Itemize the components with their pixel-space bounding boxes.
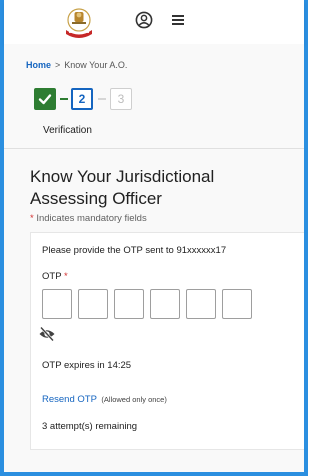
otp-label: OTP * [42, 271, 68, 282]
step-3-pending: 3 [110, 88, 132, 110]
otp-instruction: Please provide the OTP sent to 91xxxxxx1… [42, 245, 227, 256]
check-icon [38, 94, 52, 105]
otp-digit-5[interactable] [186, 289, 216, 319]
otp-digit-1[interactable] [42, 289, 72, 319]
otp-digit-3[interactable] [114, 289, 144, 319]
mandatory-note-text: Indicates mandatory fields [36, 213, 147, 224]
breadcrumb-home-link[interactable]: Home [26, 60, 51, 70]
page-title: Know Your Jurisdictional Assessing Offic… [30, 167, 215, 208]
otp-digit-2[interactable] [78, 289, 108, 319]
resend-otp-row: Resend OTP (Allowed only once) [42, 394, 167, 405]
attempts-remaining: 3 attempt(s) remaining [42, 421, 138, 432]
required-asterisk: * [64, 271, 68, 282]
profile-icon[interactable] [135, 11, 153, 29]
otp-digit-4[interactable] [150, 289, 180, 319]
required-asterisk: * [30, 213, 34, 224]
breadcrumb-separator: > [55, 60, 61, 70]
resend-otp-link[interactable]: Resend OTP [42, 394, 97, 405]
otp-expiry-timer: OTP expires in 14:25 [42, 360, 132, 371]
breadcrumb-current: Know Your A.O. [64, 60, 128, 70]
divider [4, 148, 304, 149]
window-border-bottom [0, 472, 308, 476]
step-2-active: 2 [71, 88, 93, 110]
step-label-verification: Verification [43, 125, 92, 136]
otp-digit-6[interactable] [222, 289, 252, 319]
otp-label-text: OTP [42, 271, 62, 282]
eye-slash-icon[interactable] [38, 326, 56, 342]
step-connector [98, 98, 106, 100]
step-connector [60, 98, 68, 100]
emblem-logo[interactable] [62, 6, 96, 40]
header-bar [4, 0, 304, 44]
mandatory-fields-note: * Indicates mandatory fields [30, 213, 147, 224]
resend-otp-note: (Allowed only once) [101, 395, 167, 404]
otp-card [30, 232, 304, 450]
step-1-completed [34, 88, 56, 110]
menu-icon[interactable] [171, 13, 185, 27]
window-border-right [304, 0, 308, 476]
breadcrumb: Home > Know Your A.O. [26, 60, 127, 70]
